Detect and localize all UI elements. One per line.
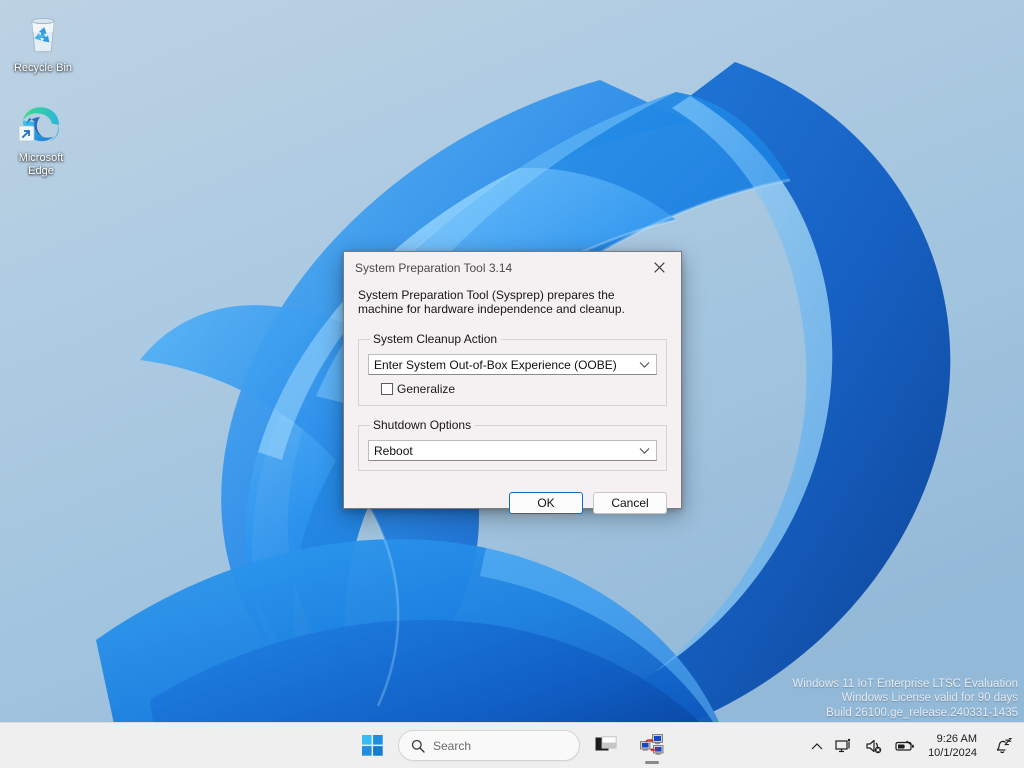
sysprep-dialog[interactable]: System Preparation Tool 3.14 System Prep… (343, 251, 682, 509)
shutdown-options-group: Shutdown Options Reboot (358, 418, 667, 471)
desktop[interactable]: Recycle Bin (0, 0, 1024, 768)
notification-bell-dnd-icon (993, 738, 1012, 755)
chevron-down-icon (639, 361, 650, 368)
system-cleanup-action-group: System Cleanup Action Enter System Out-o… (358, 332, 667, 406)
watermark-line-license: Windows License valid for 90 days (792, 691, 1018, 706)
clock-date: 10/1/2024 (928, 746, 977, 760)
cleanup-action-value: Enter System Out-of-Box Experience (OOBE… (374, 358, 617, 372)
battery-icon (895, 739, 915, 753)
generalize-checkbox[interactable] (381, 383, 393, 395)
clock-time: 9:26 AM (937, 732, 977, 746)
shutdown-options-value: Reboot (374, 444, 413, 458)
cleanup-action-select[interactable]: Enter System Out-of-Box Experience (OOBE… (368, 354, 657, 375)
cancel-button[interactable]: Cancel (593, 492, 667, 514)
windows-activation-watermark: Windows 11 IoT Enterprise LTSC Evaluatio… (792, 677, 1018, 721)
desktop-icon-label-line1: Microsoft (19, 152, 64, 164)
taskbar-app-active-indicator (645, 761, 659, 764)
volume-muted-icon (865, 738, 883, 754)
dialog-description: System Preparation Tool (Sysprep) prepar… (358, 288, 658, 316)
task-view-icon (595, 736, 617, 756)
taskbar[interactable]: Search (0, 722, 1024, 768)
generalize-checkbox-label: Generalize (397, 382, 455, 396)
chevron-up-icon (811, 742, 823, 751)
task-view-button[interactable] (586, 726, 626, 766)
close-icon[interactable] (637, 252, 681, 282)
generalize-checkbox-row[interactable]: Generalize (368, 382, 657, 396)
ok-button[interactable]: OK (509, 492, 583, 514)
desktop-icon-label: Microsoft Edge (2, 152, 80, 178)
start-button[interactable] (352, 726, 392, 766)
desktop-icon-microsoft-edge[interactable]: Microsoft Edge (2, 100, 80, 178)
dialog-title: System Preparation Tool 3.14 (355, 261, 637, 275)
notifications-button[interactable] (987, 729, 1018, 763)
taskbar-app-sysprep[interactable] (632, 726, 672, 766)
tray-overflow-button[interactable] (806, 729, 828, 763)
watermark-line-build: Build 26100.ge_release.240331-1435 (792, 706, 1018, 721)
edge-icon (17, 100, 65, 148)
dialog-body: System Preparation Tool (Sysprep) prepar… (344, 283, 681, 471)
system-tray[interactable]: 9:26 AM 10/1/2024 (806, 723, 1024, 768)
windows-logo-icon (362, 735, 383, 756)
sysprep-icon (639, 733, 665, 759)
clock[interactable]: 9:26 AM 10/1/2024 (922, 729, 985, 763)
recycle-bin-icon (19, 10, 67, 58)
shutdown-options-select[interactable]: Reboot (368, 440, 657, 461)
desktop-icon-label-line2: Edge (28, 165, 54, 177)
shutdown-options-legend: Shutdown Options (370, 418, 475, 432)
desktop-icon-label: Recycle Bin (4, 62, 82, 75)
tray-network-button[interactable] (830, 729, 858, 763)
tray-volume-button[interactable] (860, 729, 888, 763)
dialog-titlebar[interactable]: System Preparation Tool 3.14 (344, 252, 681, 283)
search-placeholder: Search (433, 739, 471, 753)
watermark-line-edition: Windows 11 IoT Enterprise LTSC Evaluatio… (792, 677, 1018, 692)
search-icon (411, 739, 425, 753)
chevron-down-icon (639, 447, 650, 454)
system-cleanup-action-legend: System Cleanup Action (370, 332, 501, 346)
search-box[interactable]: Search (398, 730, 580, 761)
dialog-button-row: OK Cancel (344, 483, 681, 514)
network-icon (835, 738, 853, 754)
desktop-icon-recycle-bin[interactable]: Recycle Bin (4, 10, 82, 75)
tray-battery-button[interactable] (890, 729, 920, 763)
